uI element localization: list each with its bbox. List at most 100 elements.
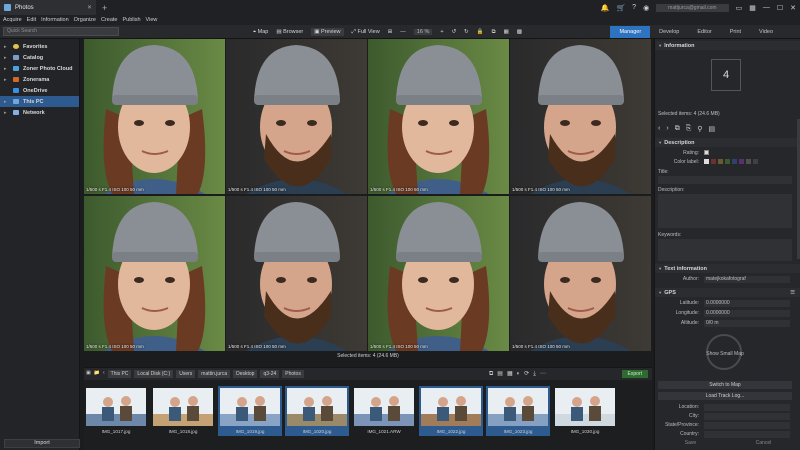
rotate-left-icon[interactable]: ↺ xyxy=(452,29,457,35)
menu-edit[interactable]: Edit xyxy=(27,17,36,23)
search-icon[interactable]: ⚲ xyxy=(697,125,702,133)
filmstrip-action-icons[interactable]: ⧉▤▦◐⟳⤓⋯ xyxy=(489,370,550,378)
photo-cell[interactable]: 1/500 s F1.4 ISO 100 50 mm xyxy=(510,39,651,194)
photo-cell[interactable]: 1/500 s F1.4 ISO 100 50 mm xyxy=(226,39,367,194)
cart-icon[interactable]: 🛒 xyxy=(616,4,625,12)
breadcrumb-photos[interactable]: Photos xyxy=(282,370,304,378)
compare-icon[interactable]: ⧉ xyxy=(492,29,496,36)
description-header[interactable]: ▾ Description xyxy=(655,138,800,147)
browser-view-button[interactable]: ▤ Browser xyxy=(276,29,303,35)
breadcrumb-local-disk[interactable]: Local Disk (C:) xyxy=(134,370,174,378)
grid-layout-icon[interactable]: ▦ xyxy=(504,29,509,35)
paste-info-icon[interactable]: ⎘ xyxy=(686,125,692,133)
zoom-out-icon[interactable]: — xyxy=(400,29,406,35)
altitude-field[interactable]: 0/0 m xyxy=(704,320,790,327)
breadcrumb-user[interactable]: mattin.jurca xyxy=(198,370,231,378)
keywords-field[interactable] xyxy=(658,239,792,261)
menu-view[interactable]: View xyxy=(146,17,158,23)
filmstrip-thumbnail[interactable]: IMG_1018.jpg xyxy=(151,386,215,436)
filmstrip-view-icon[interactable]: ▣ xyxy=(86,370,91,378)
nav-zonerama[interactable]: ▸ Zonerama xyxy=(0,74,79,85)
filmstrip-thumbnail[interactable]: IMG_1021.ARW xyxy=(352,386,416,436)
zoom-in-icon[interactable]: + xyxy=(440,29,443,35)
tab-editor[interactable]: Editor xyxy=(688,26,720,38)
rotate-right-icon[interactable]: ↻ xyxy=(464,29,469,35)
breadcrumb-this-pc[interactable]: This PC xyxy=(107,370,132,378)
cancel-button[interactable]: Cancel xyxy=(756,440,772,449)
breadcrumb-q3-24[interactable]: q3-24 xyxy=(260,370,280,378)
tab-manager[interactable]: Manager xyxy=(610,26,651,38)
longitude-field[interactable]: 0.0000000 xyxy=(704,310,790,317)
expand-arrow-icon[interactable]: ▸ xyxy=(4,44,9,50)
info-overlay-icon[interactable]: ▩ xyxy=(517,29,522,35)
nav-this-pc[interactable]: ▸ This PC xyxy=(0,96,79,107)
latitude-field[interactable]: 0.0000000 xyxy=(704,300,790,307)
state-field[interactable] xyxy=(704,422,790,429)
expand-arrow-icon[interactable]: ▸ xyxy=(4,66,9,72)
expand-arrow-icon[interactable]: ▸ xyxy=(4,55,9,61)
photo-cell[interactable]: 1/500 s F1.4 ISO 100 50 mm xyxy=(84,196,225,351)
menu-information[interactable]: Information xyxy=(41,17,69,23)
tab-video[interactable]: Video xyxy=(750,26,782,38)
menu-create[interactable]: Create xyxy=(101,17,118,23)
color-label-swatches[interactable] xyxy=(704,159,758,164)
expand-arrow-icon[interactable]: ▸ xyxy=(4,77,9,83)
nav-catalog[interactable]: ▸ Catalog xyxy=(0,52,79,63)
map-view-button[interactable]: ⌖ Map xyxy=(253,29,268,36)
new-tab-icon[interactable]: + xyxy=(102,3,107,13)
rating-checkbox[interactable] xyxy=(704,150,709,155)
photo-cell[interactable]: 1/500 s F1.4 ISO 100 50 mm xyxy=(510,196,651,351)
country-field[interactable] xyxy=(704,431,790,438)
close-window-icon[interactable]: ✕ xyxy=(790,4,796,12)
monitor-icon[interactable]: ▭ xyxy=(736,4,743,12)
help-icon[interactable]: ? xyxy=(632,4,636,11)
location-field[interactable] xyxy=(704,404,790,411)
gps-header[interactable]: ▾ GPS ☰ xyxy=(655,288,800,297)
breadcrumb-desktop[interactable]: Desktop xyxy=(233,370,258,378)
author-field[interactable]: matejkokafotograf xyxy=(704,276,790,283)
expand-arrow-icon[interactable]: ▸ xyxy=(4,110,9,116)
photo-cell[interactable]: 1/500 s F1.4 ISO 100 50 mm xyxy=(368,39,509,194)
menu-organize[interactable]: Organize xyxy=(74,17,96,23)
menu-publish[interactable]: Publish xyxy=(123,17,141,23)
previous-icon[interactable]: ‹ xyxy=(658,125,660,133)
gps-menu-icon[interactable]: ☰ xyxy=(790,290,795,296)
photo-cell[interactable]: 1/500 s F1.4 ISO 100 50 mm xyxy=(368,196,509,351)
save-button[interactable]: Save xyxy=(685,440,696,449)
photo-cell[interactable]: 1/500 s F1.4 ISO 100 50 mm xyxy=(84,39,225,194)
tab-develop[interactable]: Develop xyxy=(650,26,688,38)
nav-zoner-photo-cloud[interactable]: ▸ Zoner Photo Cloud xyxy=(0,63,79,74)
filmstrip-thumbnail[interactable]: IMG_1020.jpg xyxy=(285,386,349,436)
close-tab-icon[interactable]: ✕ xyxy=(87,4,92,11)
switch-to-map-button[interactable]: Switch to Map xyxy=(658,381,792,389)
title-field[interactable] xyxy=(658,176,792,184)
layout-icon[interactable]: ▦ xyxy=(749,4,756,12)
tab-print[interactable]: Print xyxy=(721,26,750,38)
photo-cell[interactable]: 1/500 s F1.4 ISO 100 50 mm xyxy=(226,196,367,351)
next-icon[interactable]: › xyxy=(666,125,668,133)
template-icon[interactable]: ▤ xyxy=(708,125,715,133)
description-field[interactable] xyxy=(658,194,792,228)
filmstrip-thumbnail[interactable]: IMG_1022.jpg xyxy=(419,386,483,436)
preview-view-button[interactable]: ▣ Preview xyxy=(311,28,344,36)
text-information-header[interactable]: ▾ Text information xyxy=(655,264,800,273)
copy-info-icon[interactable]: ⧉ xyxy=(675,125,680,133)
back-icon[interactable]: ‹ xyxy=(103,370,105,378)
quick-search-input[interactable]: Quick Search xyxy=(3,27,119,36)
show-small-map-link[interactable]: Show Small Map xyxy=(655,351,795,357)
maximize-icon[interactable]: ☐ xyxy=(777,4,783,12)
nav-network[interactable]: ▸ Network xyxy=(0,107,79,118)
nav-favorites[interactable]: ▸ Favorites xyxy=(0,41,79,52)
nav-onedrive[interactable]: OneDrive xyxy=(0,85,79,96)
window-tab[interactable]: Photos ✕ xyxy=(0,0,96,15)
load-track-log-button[interactable]: Load Track Log... xyxy=(658,392,792,400)
filmstrip-thumbnail[interactable]: IMG_1017.jpg xyxy=(84,386,148,436)
expand-arrow-icon[interactable]: ▸ xyxy=(4,99,9,105)
minimize-icon[interactable]: — xyxy=(763,4,770,11)
breadcrumb-users[interactable]: Users xyxy=(176,370,196,378)
menu-acquire[interactable]: Acquire xyxy=(3,17,22,23)
add-icon[interactable]: ⊞ xyxy=(388,29,393,35)
filmstrip-thumbnail[interactable]: IMG_1019.jpg xyxy=(218,386,282,436)
folder-icon[interactable]: 📁 xyxy=(94,370,100,378)
fullview-view-button[interactable]: ⤢ Full View xyxy=(352,29,380,36)
